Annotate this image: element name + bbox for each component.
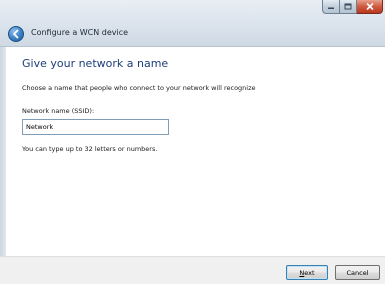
wizard-window: Configure a WCN device Give your network…: [0, 0, 385, 284]
back-arrow-icon: [13, 29, 19, 39]
close-button[interactable]: [357, 0, 383, 14]
minimize-button[interactable]: [322, 0, 340, 14]
hint-text: You can type up to 32 letters or numbers…: [22, 145, 158, 153]
instruction-text: Choose a name that people who connect to…: [22, 84, 256, 92]
close-icon: [366, 3, 373, 10]
cancel-button[interactable]: Cancel: [335, 265, 380, 280]
network-name-label: Network name (SSID):: [22, 107, 95, 115]
wizard-content: Give your network a name Choose a name t…: [6, 48, 385, 256]
minimize-icon: [328, 7, 334, 9]
command-area: Next Cancel: [0, 256, 385, 284]
network-name-input[interactable]: [22, 119, 169, 135]
maximize-icon: [344, 3, 352, 10]
caption-buttons: [322, 0, 383, 15]
maximize-button[interactable]: [340, 0, 357, 14]
next-label: ext: [304, 268, 315, 277]
window-title: Configure a WCN device: [31, 28, 129, 37]
title-bar: Configure a WCN device: [0, 0, 385, 47]
back-button[interactable]: [8, 26, 24, 42]
next-button[interactable]: Next: [286, 265, 328, 280]
page-heading: Give your network a name: [22, 57, 169, 70]
